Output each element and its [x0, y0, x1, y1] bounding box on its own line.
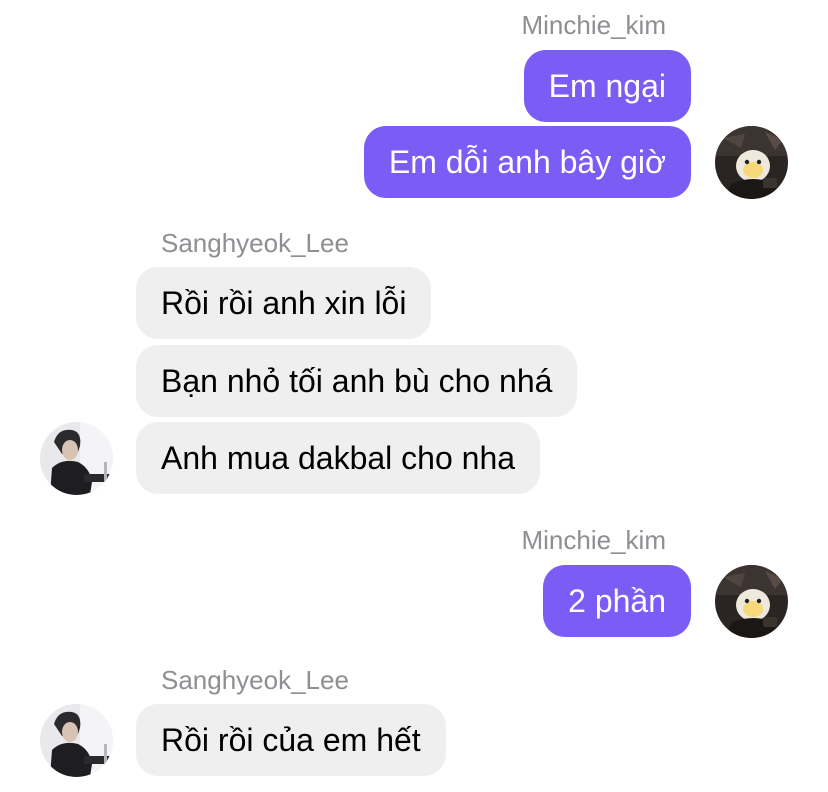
avatar-photo-icon [40, 704, 113, 777]
message-text: 2 phần [568, 583, 666, 619]
sender-name: Sanghyeok_Lee [161, 228, 349, 258]
avatar[interactable] [40, 704, 113, 777]
message-text: Bạn nhỏ tối anh bù cho nhá [161, 363, 553, 399]
avatar[interactable] [715, 126, 788, 199]
avatar-photo-icon [715, 565, 788, 638]
message-text: Rồi rồi của em hết [161, 722, 421, 758]
sender-name: Minchie_kim [521, 10, 667, 40]
message-text: Anh mua dakbal cho nha [161, 440, 516, 476]
avatar[interactable] [715, 565, 788, 638]
message-bubble-incoming[interactable]: Rồi rồi anh xin lỗi [136, 267, 432, 339]
message-text: Rồi rồi anh xin lỗi [161, 285, 407, 321]
message-bubble-incoming[interactable]: Bạn nhỏ tối anh bù cho nhá [136, 345, 578, 417]
message-bubble-incoming[interactable]: Anh mua dakbal cho nha [136, 422, 541, 494]
message-bubble-outgoing[interactable]: Em ngại [523, 50, 691, 122]
sender-name: Sanghyeok_Lee [161, 665, 349, 695]
avatar-photo-icon [40, 422, 113, 495]
message-bubble-outgoing[interactable]: 2 phần [543, 565, 691, 637]
message-bubble-incoming[interactable]: Rồi rồi của em hết [136, 704, 446, 776]
avatar[interactable] [40, 422, 113, 495]
sender-name: Minchie_kim [521, 525, 667, 555]
avatar-photo-icon [715, 126, 788, 199]
message-text: Em dỗi anh bây giờ [388, 144, 666, 180]
message-text: Em ngại [548, 68, 666, 104]
message-bubble-outgoing[interactable]: Em dỗi anh bây giờ [363, 126, 691, 198]
